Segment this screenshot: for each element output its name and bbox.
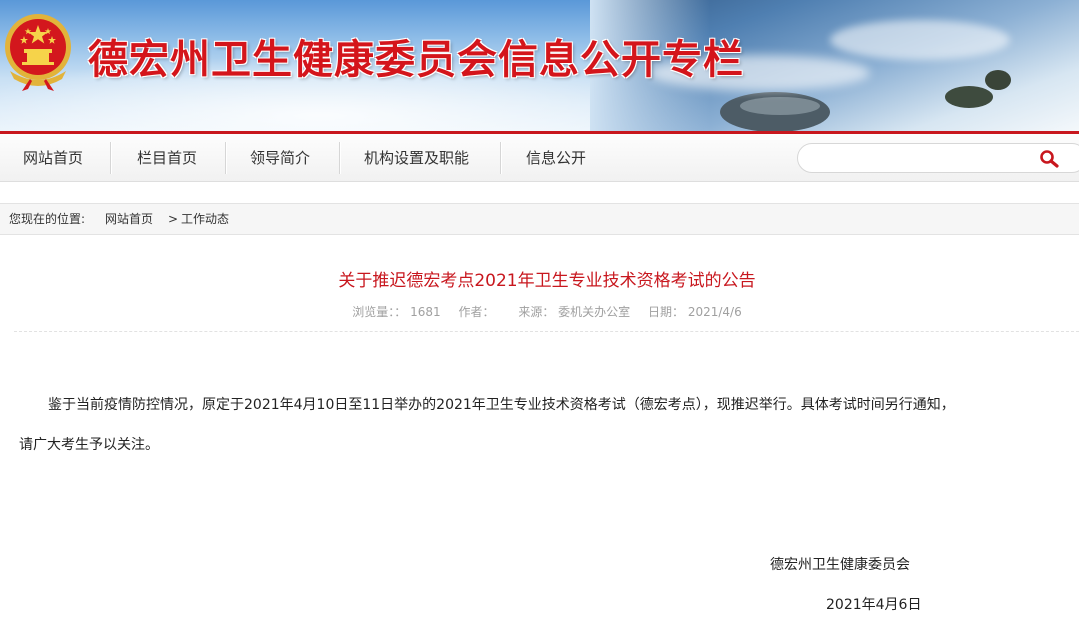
article-title: 关于推迟德宏考点2021年卫生专业技术资格考试的公告 [338,271,756,291]
search-box [797,143,1079,173]
search-icon[interactable] [1038,149,1062,169]
nav-item-column-home[interactable]: 栏目首页 [137,134,197,182]
banner-rock [740,97,820,115]
article-signature: 德宏州卫生健康委员会 [770,557,910,573]
date-label: 日期： [648,305,685,319]
views-count: 1681 [410,305,441,319]
views-label: 浏览量：： [352,305,407,319]
nav-item-home[interactable]: 网站首页 [23,134,83,182]
breadcrumb-separator: > [168,212,179,226]
article-body-line: 请广大考生予以关注。 [19,437,159,453]
main-nav: 网站首页 栏目首页 领导简介 机构设置及职能 信息公开 [0,131,1079,182]
site-title: 德宏州卫生健康委员会信息公开专栏 [88,38,744,82]
banner-rock [945,86,993,108]
banner-water-foam [830,20,1010,60]
nav-item-organization[interactable]: 机构设置及职能 [364,134,469,182]
banner-rock [985,70,1011,90]
article-meta: 浏览量：： 1681 作者： 来源： 委机关办公室 日期： 2021/4/6 [0,303,1079,320]
source-value: 委机关办公室 [558,305,631,319]
article-body-line: 鉴于当前疫情防控情况，原定于2021年4月10日至11日举办的2021年卫生专业… [48,397,955,413]
article-sign-date: 2021年4月6日 [826,597,922,613]
national-emblem-icon [5,14,71,91]
author-label: 作者： [458,305,495,319]
nav-separator [339,142,340,174]
date-value: 2021/4/6 [687,305,742,319]
nav-separator [110,142,111,174]
nav-item-leaders[interactable]: 领导简介 [250,134,310,182]
breadcrumb-prefix: 您现在的位置: [9,212,86,226]
nav-item-info-public[interactable]: 信息公开 [526,134,586,182]
nav-separator [500,142,501,174]
breadcrumb-current-link[interactable]: 工作动态 [181,204,229,234]
search-input[interactable] [810,148,1034,170]
nav-separator [225,142,226,174]
meta-divider [14,331,1079,332]
breadcrumb: 您现在的位置: 网站首页 > 工作动态 [0,203,1079,235]
header-banner: 德宏州卫生健康委员会信息公开专栏 [0,0,1079,131]
source-label: 来源： [518,305,555,319]
breadcrumb-home-link[interactable]: 网站首页 [105,204,153,234]
